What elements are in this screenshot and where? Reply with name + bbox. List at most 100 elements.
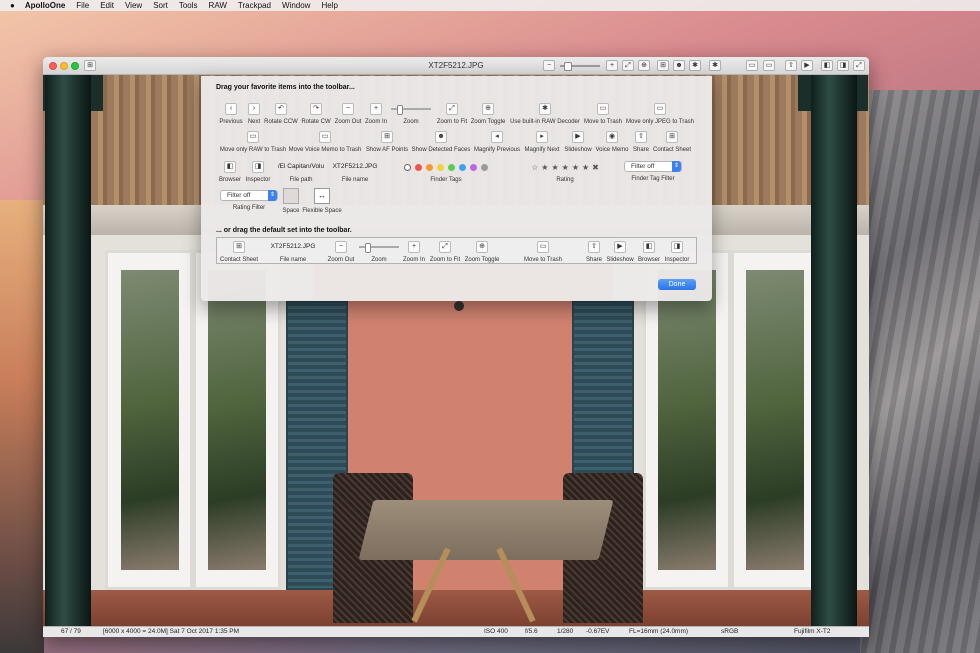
zoom-in-icon[interactable]: + (606, 60, 618, 71)
trash-voice-memo-icon: ▭ (319, 131, 331, 143)
file-name-value: XT2F5212.JPG (332, 163, 378, 170)
photo-glass-left-1 (121, 270, 179, 570)
menu-file[interactable]: File (76, 1, 89, 10)
tag-blue-dot (459, 163, 466, 171)
photo-table (358, 500, 614, 560)
palette-item-label: Finder Tags (430, 177, 462, 183)
status-index: 67 / 79 (61, 628, 81, 635)
face-icon: ☻ (435, 131, 447, 143)
star-icon: ★ (581, 162, 590, 172)
inspector-icon: ◨ (671, 241, 683, 253)
palette-item-contact-sheet[interactable]: ⊞ Contact Sheet (632, 131, 712, 153)
palette-item-finder-tags[interactable]: Finder Tags (391, 161, 501, 183)
star-icon: ★ (541, 162, 549, 172)
palette-item-move-raw-to-trash[interactable]: ▭ Move only RAW to Trash (213, 131, 293, 153)
palette-item-label: Move only RAW to Trash (219, 147, 287, 153)
palette-item-label: Move only JPEG to Trash (625, 119, 695, 125)
move-to-trash-icon[interactable]: ▭ (746, 60, 758, 71)
status-ev: -0.67EV (586, 628, 610, 635)
inspector-icon[interactable]: ◨ (837, 60, 849, 71)
status-camera: Fujifilm X-T2 (794, 628, 831, 635)
menu-raw[interactable]: RAW (209, 1, 227, 10)
status-aperture: f/5.6 (525, 628, 538, 635)
palette-item-finder-tag-filter[interactable]: Filter off Finder Tag Filter (613, 161, 693, 182)
desktop-wallpaper-left (0, 200, 44, 653)
photo-column-right (811, 75, 857, 626)
palette-item-label: Contact Sheet (652, 147, 692, 153)
photo-lamp (454, 301, 464, 311)
finder-tag-dots (391, 161, 501, 173)
sheet-heading: Drag your favorite items into the toolba… (216, 84, 355, 91)
star-icon: ☆ (531, 162, 539, 172)
default-item-label: Inspector (664, 257, 690, 263)
palette-item-move-jpeg-to-trash[interactable]: ▭ Move only JPEG to Trash (620, 103, 700, 125)
menu-tools[interactable]: Tools (179, 1, 198, 10)
tag-none-dot (404, 163, 411, 171)
tag-yellow-dot (437, 163, 444, 171)
palette-item-label: Finder Tag Filter (631, 176, 675, 182)
customize-toolbar-sheet: Drag your favorite items into the toolba… (201, 76, 712, 301)
contact-sheet-icon: ⊞ (666, 131, 678, 143)
palette-item-label: Flexible Space (302, 208, 342, 214)
slideshow-icon[interactable]: ▶ (801, 60, 813, 71)
palette-item-label: Rating (556, 177, 574, 183)
tag-green-dot (448, 163, 455, 171)
zoom-to-fit-icon[interactable]: ⤢ (622, 60, 634, 71)
af-points-icon[interactable]: ⊞ (657, 60, 669, 71)
tag-gray-dot (481, 163, 488, 171)
star-icon: ★ (561, 162, 569, 172)
zoom-out-icon[interactable]: − (543, 60, 555, 71)
photo-glass-left-2 (208, 270, 266, 570)
reject-icon: ✖ (592, 162, 599, 172)
tag-red-dot (415, 163, 422, 171)
menu-window[interactable]: Window (282, 1, 310, 10)
palette-item-file-name[interactable]: XT2F5212.JPG File name (315, 161, 395, 183)
menu-edit[interactable]: Edit (100, 1, 114, 10)
trash-raw-icon: ▭ (247, 131, 259, 143)
detected-faces-icon[interactable]: ☻ (673, 60, 685, 71)
move-jpeg-to-trash-icon[interactable]: ▭ (763, 60, 775, 71)
photo-glass-right-1 (658, 270, 716, 570)
gear-icon[interactable]: ✱ (709, 60, 721, 71)
fullscreen-icon[interactable]: ⤢ (853, 60, 865, 71)
trash-icon: ▭ (597, 103, 609, 115)
zoom-slider[interactable] (560, 62, 600, 71)
palette-item-label: File name (341, 177, 369, 183)
status-iso: ISO 400 (484, 628, 508, 635)
titlebar: ⊞ XT2F5212.JPG − + ⤢ ⊕ ⊞ ☻ ✱ ✱ ▭ ▭ ⇧ ▶ ◧… (43, 57, 869, 75)
menu-app-name[interactable]: ApolloOne (25, 1, 65, 10)
finder-tag-filter-popup[interactable]: Filter off (624, 161, 682, 172)
default-item-inspector: ◨ Inspector (637, 241, 717, 263)
af-points-icon: ⊞ (381, 131, 393, 143)
done-button[interactable]: Done (658, 279, 696, 290)
menu-help[interactable]: Help (321, 1, 337, 10)
zoom-toggle-icon[interactable]: ⊕ (638, 60, 650, 71)
status-bar: 67 / 79 [6000 x 4000 = 24.0M] Sat 7 Oct … (43, 626, 869, 637)
star-icon: ★ (571, 162, 579, 172)
palette-item-rating[interactable]: ☆ ★ ★ ★ ★ ★ ✖ Rating (515, 161, 615, 184)
browser-icon[interactable]: ◧ (821, 60, 833, 71)
menu-view[interactable]: View (125, 1, 142, 10)
tag-purple-dot (470, 163, 477, 171)
raw-decoder-icon[interactable]: ✱ (689, 60, 701, 71)
photo-column-left (45, 75, 91, 626)
menu-trackpad[interactable]: Trackpad (238, 1, 271, 10)
contact-sheet-icon: ⊞ (233, 241, 245, 253)
desktop-wallpaper-rock (860, 90, 980, 653)
menubar: ● ApolloOne File Edit View Sort Tools RA… (0, 0, 980, 11)
palette-item-flexible-space[interactable]: ↔ Flexible Space (282, 188, 362, 214)
share-icon[interactable]: ⇧ (785, 60, 797, 71)
status-image-info: [6000 x 4000 = 24.0M] Sat 7 Oct 2017 1:3… (103, 628, 240, 635)
apple-menu-icon[interactable]: ● (10, 1, 15, 10)
gear-icon: ✱ (539, 103, 551, 115)
photo-glass-right-2 (746, 270, 804, 570)
star-icon: ★ (551, 162, 559, 172)
trash-jpeg-icon: ▭ (654, 103, 666, 115)
zoom-toggle-icon: ⊕ (476, 241, 488, 253)
zoom-toggle-icon: ⊕ (482, 103, 494, 115)
tag-orange-dot (426, 163, 433, 171)
default-toolbar-set[interactable]: ⊞ Contact Sheet XT2F5212.JPG File name −… (216, 237, 697, 264)
menu-sort[interactable]: Sort (153, 1, 168, 10)
status-color-space: sRGB (721, 628, 739, 635)
flexible-space-icon: ↔ (314, 188, 330, 204)
